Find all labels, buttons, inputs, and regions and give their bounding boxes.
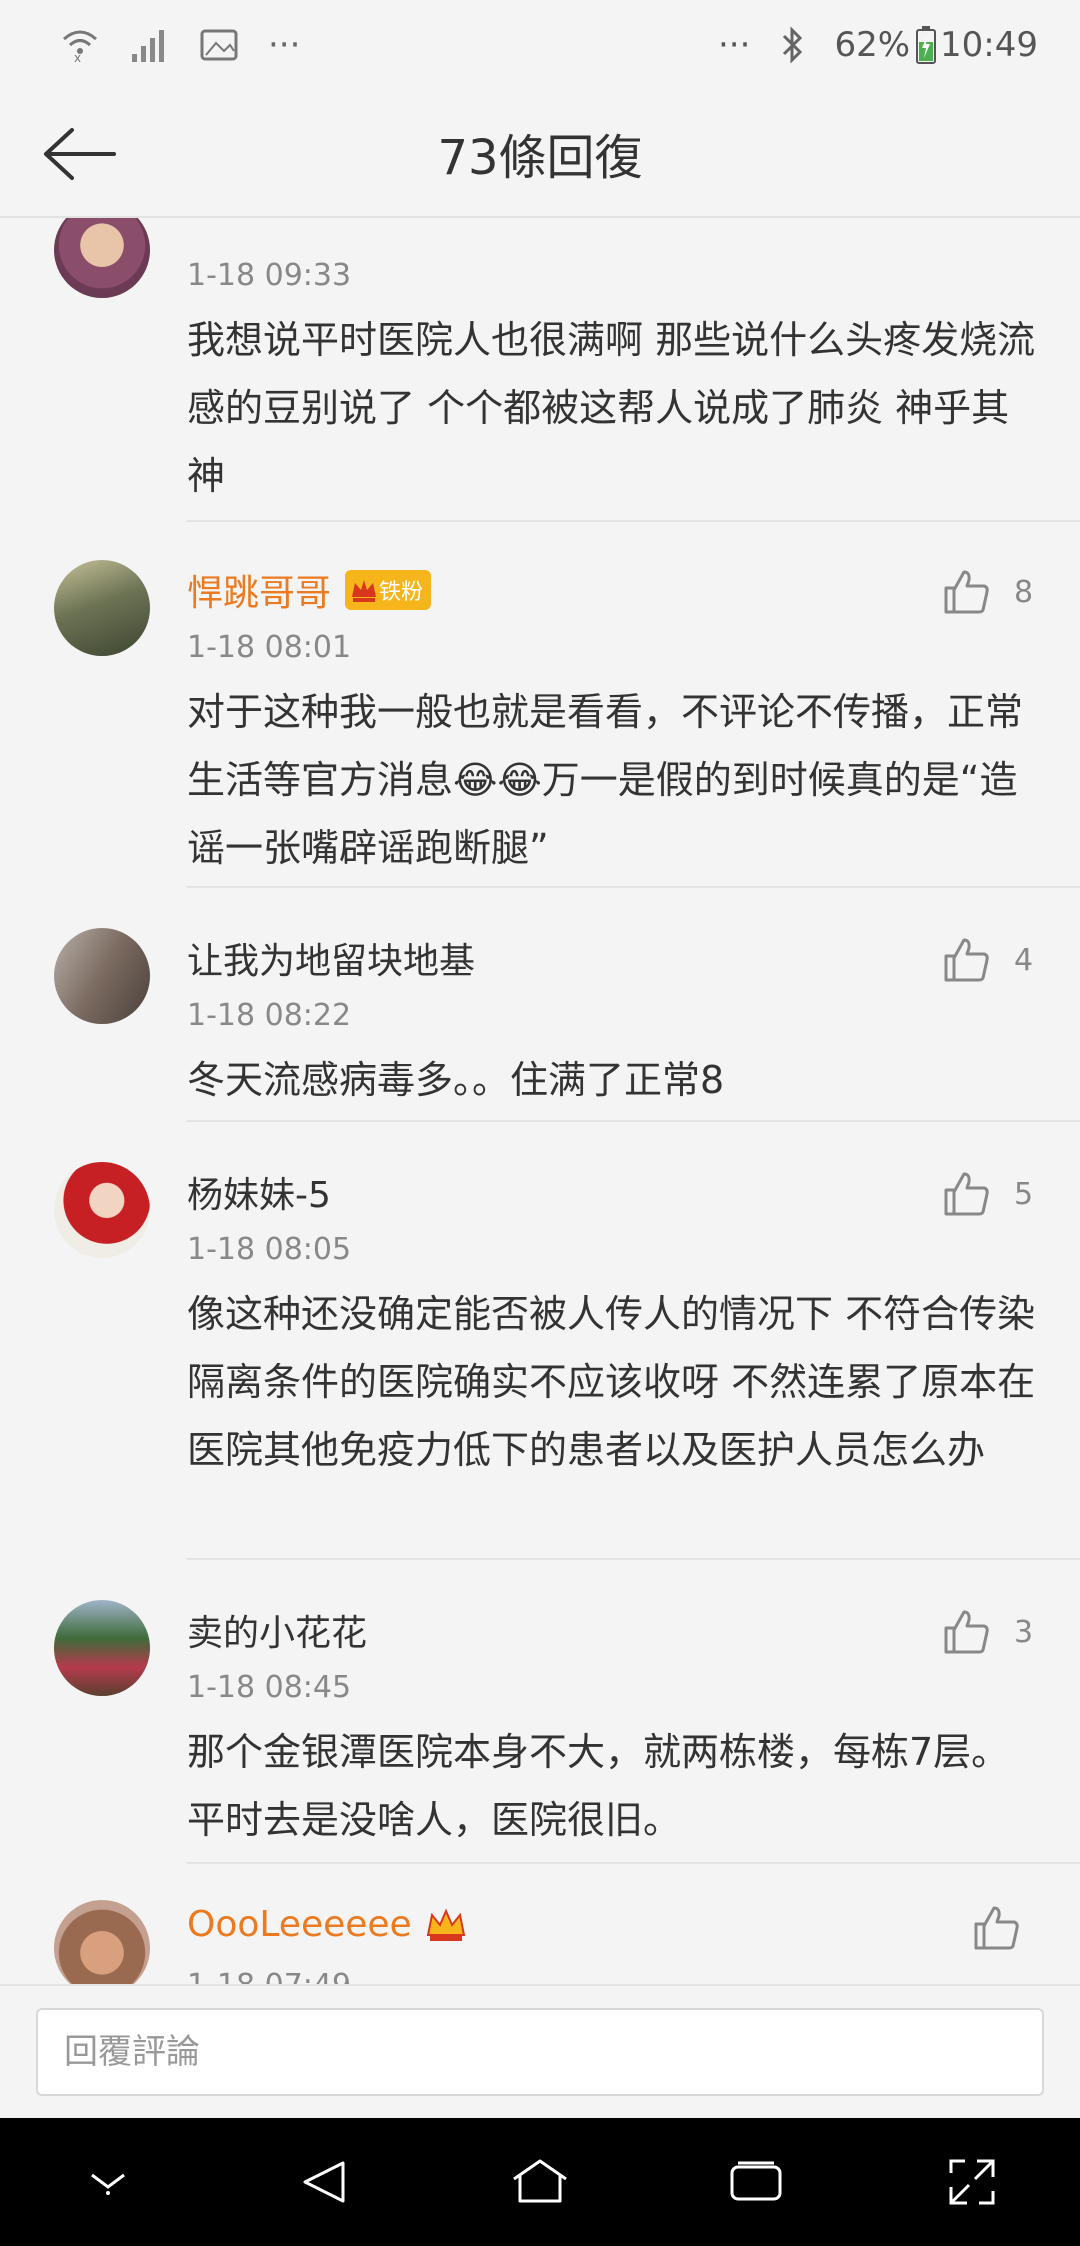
battery-icon — [916, 26, 937, 64]
avatar[interactable] — [54, 928, 150, 1024]
like-count: 5 — [1014, 1176, 1034, 1212]
bluetooth-icon — [783, 26, 803, 64]
reply-input[interactable] — [36, 2008, 1044, 2096]
comment-content: 像这种还没确定能否被人传人的情况下 不符合传染隔离条件的医院确实不应该收呀 不然… — [187, 1292, 1036, 1472]
like-count: 4 — [1014, 942, 1034, 978]
comment-time: 1-18 08:22 — [187, 998, 352, 1033]
avatar[interactable] — [54, 1162, 150, 1258]
thumbs-up-icon — [944, 938, 989, 982]
navigation-bar — [0, 2118, 1080, 2246]
thumbs-up-icon — [944, 1610, 989, 1654]
back-arrow-icon — [44, 128, 116, 180]
thumbs-up-icon — [944, 1172, 989, 1216]
hide-nav-button[interactable] — [63, 2137, 153, 2227]
like-button[interactable]: 4 — [942, 936, 1033, 984]
crown-icon — [424, 1905, 468, 1945]
comment-time: 1-18 07:49 — [187, 1968, 351, 1984]
back-nav-button[interactable] — [279, 2137, 369, 2227]
thumbs-up-icon — [974, 1906, 1019, 1950]
battery-percent: 62% — [834, 25, 911, 65]
like-button[interactable]: 8 — [942, 568, 1033, 616]
svg-text:x: x — [74, 51, 81, 63]
comment-time: 1-18 09:33 — [187, 258, 352, 293]
back-button[interactable] — [40, 114, 120, 194]
comment-username[interactable]: 悍跳哥哥 铁粉 — [187, 564, 432, 616]
avatar[interactable] — [54, 218, 150, 298]
page-title: 73條回復 — [437, 130, 643, 186]
thumbs-up-icon — [944, 570, 989, 614]
status-more-right: ··· — [718, 25, 751, 65]
recents-icon — [730, 2161, 782, 2201]
comment-time: 1-18 08:01 — [187, 630, 352, 665]
comment-content: 冬天流感病毒多。。住满了正常8 — [187, 1058, 725, 1102]
crown-icon — [352, 580, 377, 602]
comment-list[interactable]: 1-18 09:33 我想说平时医院人也很满啊 那些说什么头疼发烧流感的豆别说了… — [0, 218, 1080, 1984]
status-left: x ··· — [60, 25, 300, 65]
chevron-down-icon — [91, 2173, 125, 2195]
like-count: 3 — [1014, 1614, 1034, 1650]
divider — [187, 520, 1080, 522]
image-icon — [200, 29, 238, 61]
comment-username[interactable]: 卖的小花花 — [187, 1604, 367, 1656]
like-button[interactable] — [972, 1904, 1020, 1952]
divider — [187, 1120, 1080, 1122]
divider — [187, 1862, 1080, 1864]
username-text: OooLeeeeee — [187, 1904, 412, 1945]
badge-label: 铁粉 — [379, 580, 424, 605]
header: 73條回復 — [0, 90, 1080, 218]
status-bar: x ··· ··· 62% 10:49 — [0, 0, 1080, 90]
avatar[interactable] — [54, 1600, 150, 1696]
like-button[interactable]: 3 — [942, 1608, 1033, 1656]
comment-username[interactable]: 让我为地留块地基 — [187, 932, 475, 984]
like-button[interactable]: 5 — [942, 1170, 1033, 1218]
comment-time: 1-18 08:45 — [187, 1670, 352, 1705]
reply-bar — [0, 1984, 1080, 2118]
comment-username[interactable]: OooLeeeeee — [187, 1904, 468, 1945]
expand-icon — [949, 2159, 995, 2205]
status-time: 10:49 — [940, 25, 1038, 65]
fan-badge: 铁粉 — [345, 570, 432, 610]
comment-content: 那个金银潭医院本身不大，就两栋楼，每栋7层。 平时去是没啥人，医院很旧。 — [187, 1730, 1010, 1842]
status-right: ··· 62% 10:49 — [718, 25, 1038, 65]
expand-nav-button[interactable] — [927, 2137, 1017, 2227]
back-triangle-icon — [303, 2161, 345, 2203]
divider — [187, 1558, 1080, 1560]
divider — [187, 886, 1080, 888]
like-count: 8 — [1014, 574, 1034, 610]
comment-username[interactable]: 杨妹妹-5 — [187, 1166, 331, 1218]
signal-icon — [132, 30, 164, 62]
wifi-icon: x — [63, 30, 97, 63]
home-icon — [513, 2159, 567, 2203]
recents-nav-button[interactable] — [711, 2137, 801, 2227]
status-more-left: ··· — [268, 25, 301, 65]
comment-content: 我想说平时医院人也很满啊 那些说什么头疼发烧流感的豆别说了 个个都被这帮人说成了… — [187, 318, 1036, 498]
avatar[interactable] — [54, 560, 150, 656]
home-nav-button[interactable] — [495, 2137, 585, 2227]
username-text: 悍跳哥哥 — [187, 573, 332, 614]
comment-time: 1-18 08:05 — [187, 1232, 352, 1267]
comment-content: 对于这种我一般也就是看看，不评论不传播，正常生活等官方消息😂😂万一是假的到时候真… — [187, 690, 1024, 870]
avatar[interactable] — [54, 1900, 150, 1984]
